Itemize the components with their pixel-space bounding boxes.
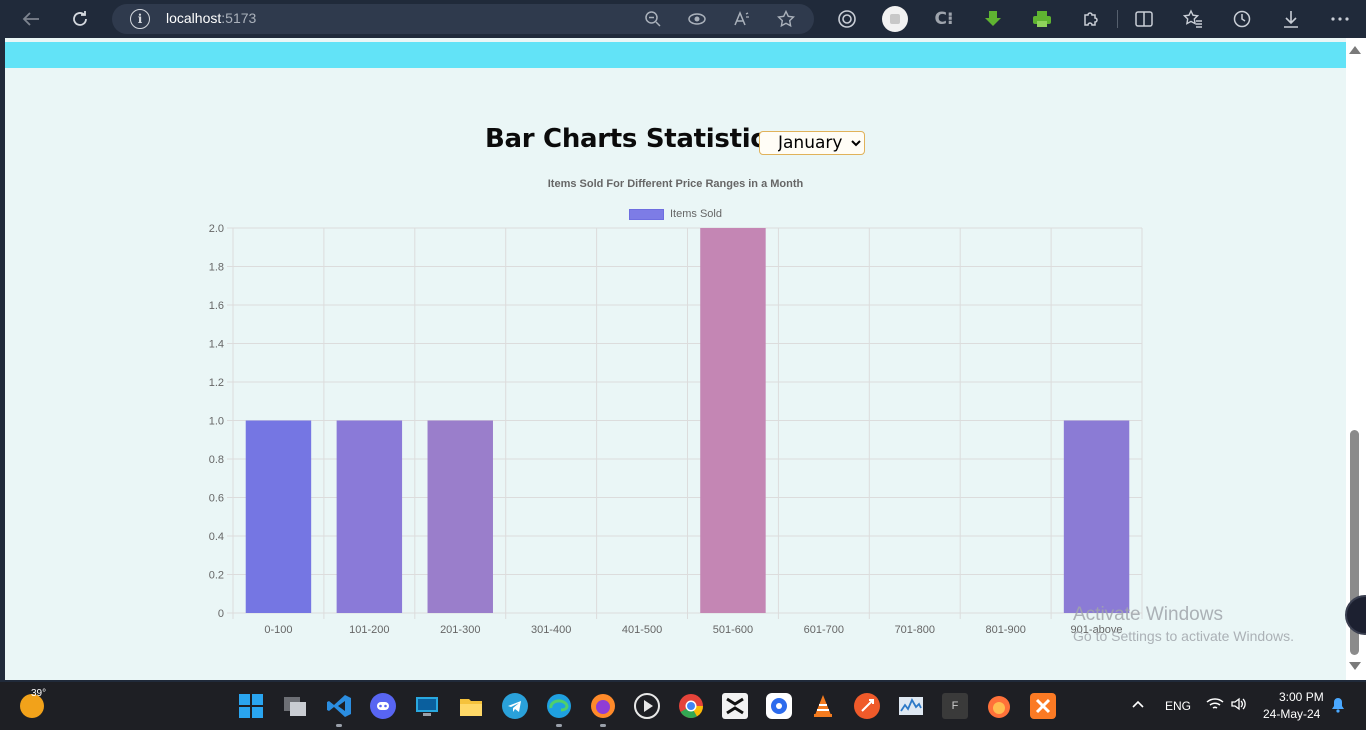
- y-tick-label: 1.2: [209, 377, 224, 389]
- volume-icon[interactable]: [1230, 697, 1248, 714]
- windows-taskbar: 39° F ENG 3:00 PM 24-May-24: [0, 682, 1366, 730]
- bar-501-600: [700, 228, 766, 613]
- resource-monitor-icon[interactable]: [898, 693, 924, 719]
- y-tick-label: 0.4: [209, 531, 224, 543]
- scroll-up-arrow-icon[interactable]: [1349, 46, 1361, 54]
- weather-temperature: 39°: [31, 688, 47, 699]
- x-tick-label: 701-800: [895, 624, 935, 636]
- watermark-line2: Go to Settings to activate Windows.: [1073, 628, 1294, 644]
- back-button[interactable]: [18, 7, 44, 31]
- favorites-icon[interactable]: [1180, 6, 1206, 32]
- y-tick-label: 1.4: [209, 339, 224, 351]
- url-port: :5173: [221, 10, 257, 26]
- y-tick-label: 2.0: [209, 223, 224, 235]
- chrome-icon[interactable]: [678, 693, 704, 719]
- firefox-icon[interactable]: [590, 693, 616, 719]
- edge-browser-icon[interactable]: [546, 693, 572, 719]
- favorite-star-icon[interactable]: [776, 10, 796, 28]
- language-indicator[interactable]: ENG: [1165, 699, 1191, 713]
- edge-running-indicator: [556, 724, 562, 727]
- clock-time[interactable]: 3:00 PM: [1279, 690, 1324, 704]
- x-tick-label: 101-200: [349, 624, 389, 636]
- url-host: localhost: [166, 10, 222, 26]
- bar-0-100: [245, 420, 312, 613]
- y-tick-label: 1.6: [209, 300, 224, 312]
- bar-201-300: [427, 420, 493, 613]
- activate-windows-watermark: Activate Windows Go to Settings to activ…: [1073, 604, 1294, 644]
- x-tick-label: 801-900: [985, 624, 1025, 636]
- page-viewport: Bar Charts Statistics - January Items So…: [5, 38, 1346, 680]
- download-extension-icon[interactable]: [980, 6, 1006, 32]
- page-scrollbar[interactable]: [1346, 38, 1366, 680]
- downloads-icon[interactable]: [1278, 6, 1304, 32]
- start-windows-icon[interactable]: [238, 693, 264, 719]
- y-tick-label: 0.6: [209, 493, 224, 505]
- browser-toolbar: i localhost:5173 C⁝: [0, 0, 1366, 38]
- postman-icon[interactable]: [854, 693, 880, 719]
- notification-bell-icon[interactable]: [1331, 697, 1345, 716]
- vscode-running-indicator: [336, 724, 342, 727]
- x-tick-label: 601-700: [804, 624, 844, 636]
- firefox-running-indicator: [600, 724, 606, 727]
- print-extension-icon[interactable]: [1029, 6, 1055, 32]
- vlc-icon[interactable]: [810, 693, 836, 719]
- y-tick-label: 1.8: [209, 262, 224, 274]
- bar-101-200: [336, 420, 403, 613]
- bar-901-above: [1063, 420, 1130, 613]
- profile-avatar-icon[interactable]: [882, 6, 908, 32]
- back-arrow-icon: [22, 12, 39, 26]
- y-tick-label: 1.0: [209, 416, 224, 428]
- wifi-icon[interactable]: [1206, 697, 1224, 714]
- extension-target-icon[interactable]: [834, 6, 860, 32]
- extension-c-icon[interactable]: C⁝: [931, 6, 957, 32]
- vscode-icon[interactable]: [326, 693, 352, 719]
- x-tick-label: 0-100: [264, 624, 292, 636]
- media-player-icon[interactable]: [634, 693, 660, 719]
- show-hidden-icons-chevron-icon[interactable]: [1131, 696, 1145, 712]
- bar-chart: 0 0.2 0.4 0.6 0.8 1.0 1.2 1.4 1.6 1.8 2.0 0-100 101-…: [209, 223, 1143, 636]
- task-view-icon[interactable]: [282, 693, 308, 719]
- remote-desktop-icon[interactable]: [414, 693, 440, 719]
- clock-date[interactable]: 24-May-24: [1263, 707, 1320, 721]
- discord-icon[interactable]: [370, 693, 396, 719]
- capcut-icon[interactable]: [722, 693, 748, 719]
- x-tick-label: 501-600: [713, 624, 753, 636]
- refresh-icon: [73, 11, 87, 26]
- extensions-puzzle-icon[interactable]: [1078, 6, 1104, 32]
- address-bar[interactable]: i localhost:5173: [112, 4, 814, 34]
- toolbar-divider: [1117, 10, 1118, 28]
- firefox-dev-icon[interactable]: [986, 693, 1012, 719]
- read-aloud-icon[interactable]: [732, 10, 752, 28]
- site-info-icon[interactable]: i: [130, 9, 150, 29]
- telegram-icon[interactable]: [502, 693, 528, 719]
- y-tick-label: 0.8: [209, 454, 224, 466]
- split-screen-icon[interactable]: [1131, 6, 1157, 32]
- x-tick-label: 401-500: [622, 624, 662, 636]
- more-options-icon[interactable]: [1327, 6, 1353, 32]
- xampp-icon[interactable]: [1030, 693, 1056, 719]
- watermark-line1: Activate Windows: [1073, 604, 1223, 625]
- zoom-icon[interactable]: [643, 10, 663, 28]
- file-explorer-icon[interactable]: [458, 693, 484, 719]
- refresh-button[interactable]: [67, 7, 93, 31]
- signal-app-icon[interactable]: [766, 693, 792, 719]
- y-tick-label: 0: [218, 608, 224, 620]
- history-icon[interactable]: [1229, 6, 1255, 32]
- x-tick-label: 301-400: [531, 624, 571, 636]
- scroll-down-arrow-icon[interactable]: [1349, 662, 1361, 670]
- url-text[interactable]: localhost:5173: [166, 10, 256, 26]
- y-tick-label: 0.2: [209, 570, 224, 582]
- app-f-icon[interactable]: F: [942, 693, 968, 719]
- x-tick-label: 201-300: [440, 624, 480, 636]
- tracking-prevention-icon[interactable]: [687, 10, 707, 28]
